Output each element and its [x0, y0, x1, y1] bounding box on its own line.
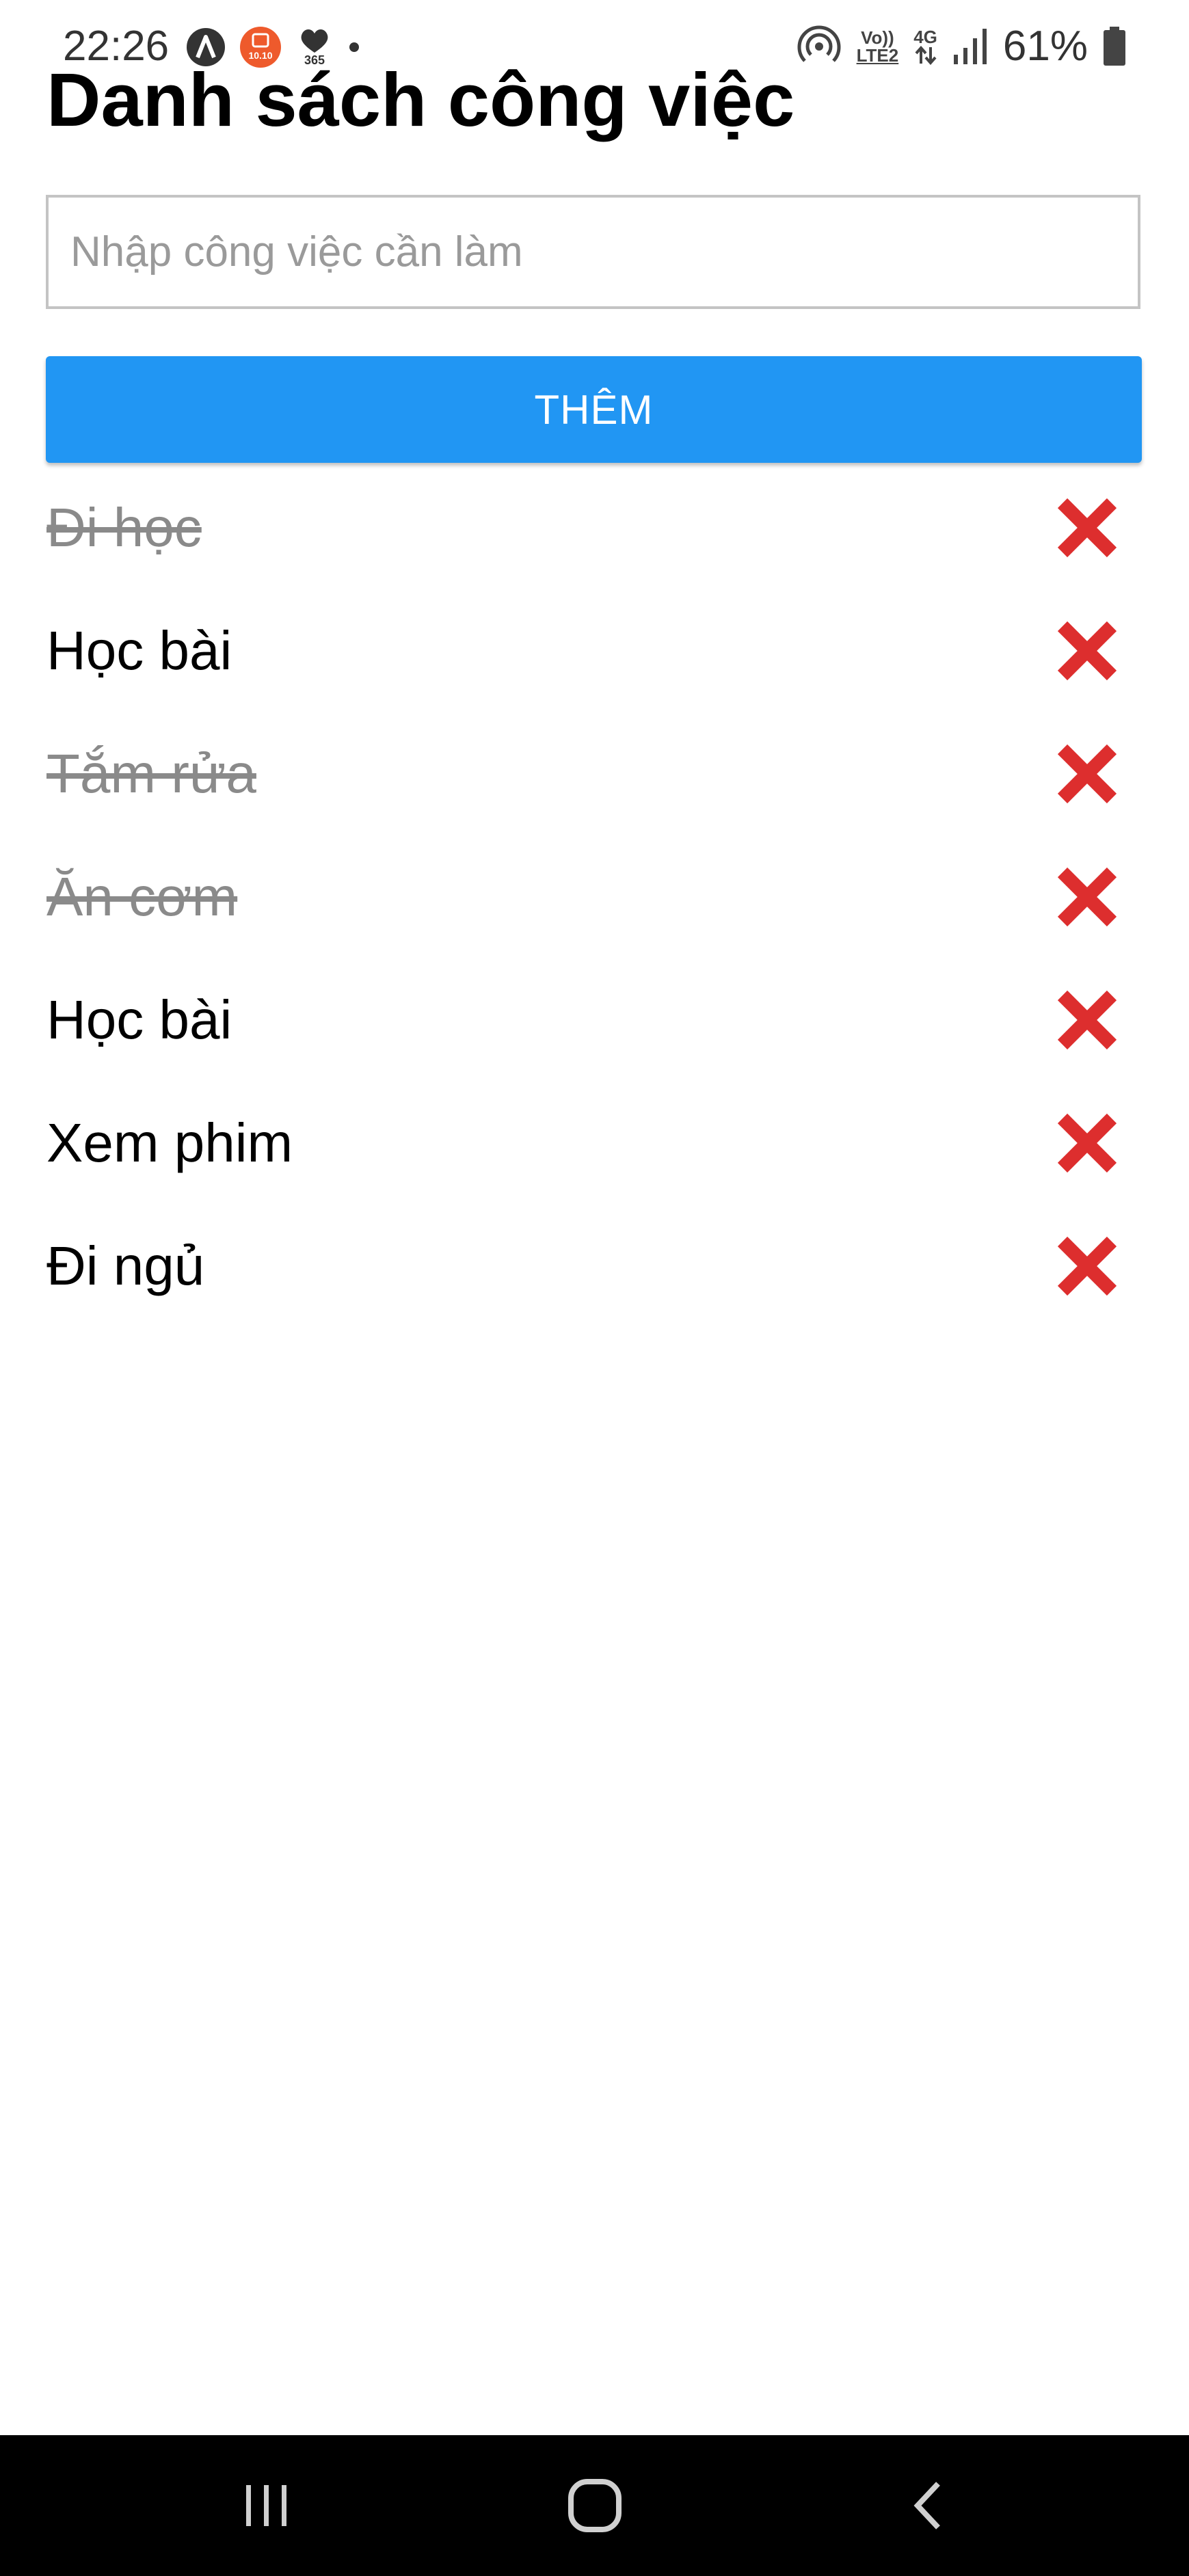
- delete-task-button[interactable]: [1046, 1102, 1128, 1184]
- cross-mark-icon: [1057, 1236, 1117, 1296]
- battery-icon: [1103, 27, 1126, 66]
- signal-icon: [952, 27, 988, 66]
- task-item[interactable]: Ăn cơm: [46, 835, 1142, 958]
- home-icon: [568, 2479, 622, 2532]
- dot-icon: [347, 40, 361, 54]
- task-text[interactable]: Đi học: [46, 494, 202, 562]
- navigation-bar: [0, 2435, 1189, 2576]
- cross-mark-icon: [1057, 744, 1117, 804]
- network-indicator: 4G: [913, 28, 937, 65]
- task-text[interactable]: Ăn cơm: [46, 863, 237, 931]
- back-icon: [913, 2482, 940, 2530]
- task-text[interactable]: Tắm rửa: [46, 740, 256, 808]
- task-item[interactable]: Tắm rửa: [46, 712, 1142, 835]
- task-input[interactable]: [46, 195, 1140, 309]
- delete-task-button[interactable]: [1046, 856, 1128, 938]
- task-text[interactable]: Học bài: [46, 617, 232, 685]
- cross-mark-icon: [1057, 498, 1117, 558]
- task-item[interactable]: Đi học: [46, 466, 1142, 589]
- task-list: Đi học Học bài Tắm rửa Ăn cơm Học bài Xe…: [46, 466, 1142, 1328]
- recent-apps-button[interactable]: [226, 2465, 308, 2547]
- hotspot-icon: [797, 24, 842, 69]
- data-arrows-icon: [915, 46, 937, 65]
- cross-mark-icon: [1057, 1113, 1117, 1173]
- home-button[interactable]: [554, 2465, 636, 2547]
- delete-task-button[interactable]: [1046, 979, 1128, 1061]
- task-text[interactable]: Xem phim: [46, 1109, 293, 1177]
- delete-task-button[interactable]: [1046, 610, 1128, 692]
- cross-mark-icon: [1057, 867, 1117, 927]
- screen: 22:26 10.10 365 Vo)) LTE2 4G 61% Danh sá…: [0, 0, 1189, 2576]
- add-task-button[interactable]: THÊM: [46, 356, 1142, 463]
- system-indicators: Vo)) LTE2 4G 61%: [797, 19, 1126, 74]
- task-item[interactable]: Học bài: [46, 958, 1142, 1082]
- cross-mark-icon: [1057, 621, 1117, 681]
- page-title: Danh sách công việc: [46, 58, 795, 142]
- back-button[interactable]: [889, 2465, 971, 2547]
- task-text[interactable]: Học bài: [46, 986, 232, 1054]
- volte-indicator: Vo)) LTE2: [857, 29, 899, 64]
- network-type: 4G: [913, 27, 937, 47]
- delete-task-button[interactable]: [1046, 1225, 1128, 1307]
- battery-percent: 61%: [1002, 23, 1088, 70]
- task-item[interactable]: Xem phim: [46, 1082, 1142, 1205]
- recent-apps-icon: [246, 2485, 286, 2526]
- delete-task-button[interactable]: [1046, 487, 1128, 569]
- volte-line2: LTE2: [856, 45, 899, 66]
- task-text[interactable]: Đi ngủ: [46, 1232, 204, 1300]
- volte-line1: Vo)): [861, 27, 894, 48]
- task-item[interactable]: Đi ngủ: [46, 1205, 1142, 1328]
- delete-task-button[interactable]: [1046, 733, 1128, 815]
- cross-mark-icon: [1057, 990, 1117, 1050]
- task-item[interactable]: Học bài: [46, 589, 1142, 712]
